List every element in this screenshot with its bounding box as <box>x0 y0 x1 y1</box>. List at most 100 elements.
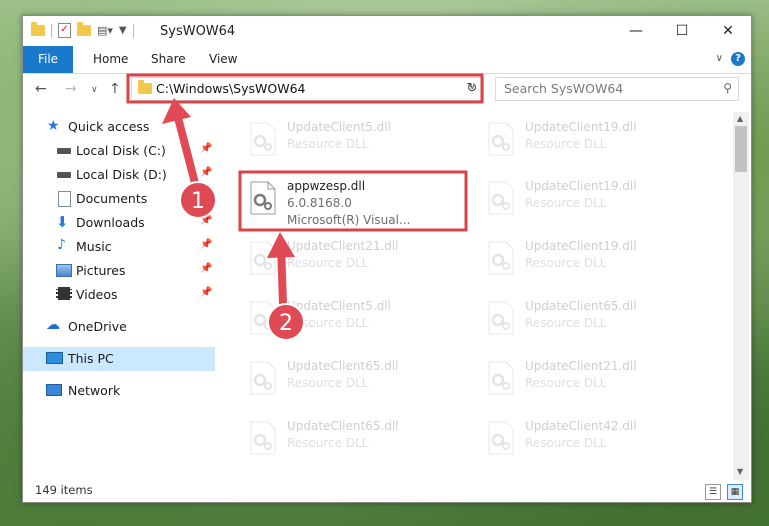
ribbon-expand-icon[interactable]: ∨ <box>716 53 723 64</box>
vertical-scrollbar[interactable]: ▲ ▼ <box>733 112 749 480</box>
close-button[interactable]: ✕ <box>705 16 751 46</box>
dll-file-icon <box>250 241 276 275</box>
forward-arrow-icon[interactable]: → <box>65 81 77 97</box>
quick-access-toolbar: ✓ ▤▾ ▼ <box>31 22 134 38</box>
file-item[interactable]: UpdateClient19.dll Resource DLL <box>481 235 709 289</box>
file-item[interactable]: UpdateClient21.dll Resource DLL <box>243 235 471 289</box>
minimize-button[interactable]: — <box>613 16 659 46</box>
maximize-button[interactable]: ☐ <box>659 16 705 46</box>
help-icon[interactable]: ? <box>731 52 745 66</box>
sidebar-item-network[interactable]: Network <box>23 379 215 403</box>
sidebar-item-label: Pictures <box>76 263 126 278</box>
file-item[interactable]: UpdateClient21.dll Resource DLL <box>481 355 709 409</box>
pin-icon[interactable]: 📌 <box>200 287 212 298</box>
file-item[interactable]: UpdateClient65.dll Resource DLL <box>243 415 471 469</box>
recent-locations-icon[interactable]: ∨ <box>91 85 98 95</box>
sidebar-item-pictures[interactable]: Pictures 📌 <box>23 259 215 283</box>
navigation-pane: ★ Quick access Local Disk (C:) 📌 Local D… <box>23 112 215 480</box>
sidebar-item-documents[interactable]: Documents 📌 <box>23 187 215 211</box>
pin-icon[interactable]: 📌 <box>200 239 212 250</box>
file-description: Microsoft(R) Visual... <box>287 213 411 227</box>
scrollbar-thumb[interactable] <box>735 126 747 172</box>
address-path[interactable]: C:\Windows\SysWOW64 <box>156 81 305 96</box>
details-view-icon[interactable]: ☰ <box>705 484 721 500</box>
pin-icon[interactable]: 📌 <box>200 263 212 274</box>
scroll-down-icon[interactable]: ▼ <box>737 467 743 476</box>
dll-file-icon <box>488 241 514 275</box>
file-description: Resource DLL <box>525 436 607 450</box>
file-description: Resource DLL <box>525 196 607 210</box>
sidebar-item-music[interactable]: ♪ Music 📌 <box>23 235 215 259</box>
up-arrow-icon[interactable]: ↑ <box>109 81 121 97</box>
file-description: Resource DLL <box>525 256 607 270</box>
file-name: appwzesp.dll <box>287 179 366 193</box>
sidebar-item-label: Documents <box>76 191 148 206</box>
search-icon: ⚲ <box>723 81 732 95</box>
file-name: UpdateClient21.dll <box>287 239 399 253</box>
item-count: 149 items <box>35 483 93 497</box>
search-box[interactable]: Search SysWOW64 ⚲ <box>495 77 739 101</box>
search-input[interactable]: Search SysWOW64 <box>504 81 623 96</box>
file-item[interactable]: UpdateClient5.dll Resource DLL <box>243 295 471 349</box>
tab-share[interactable]: Share <box>151 46 186 73</box>
tab-view[interactable]: View <box>209 46 237 73</box>
drive-icon <box>57 148 71 154</box>
file-description: Resource DLL <box>525 137 607 151</box>
sidebar-item-videos[interactable]: Videos 📌 <box>23 283 215 307</box>
navigation-bar: ← → ∨ ↑ C:\Windows\SysWOW64 ∨ ↻ Search S… <box>23 74 751 104</box>
file-description: Resource DLL <box>287 436 369 450</box>
refresh-button[interactable]: ↻ <box>461 77 484 101</box>
file-name: UpdateClient5.dll <box>287 120 391 134</box>
pin-icon[interactable]: 📌 <box>200 215 212 226</box>
file-list: UpdateClient5.dll Resource DLL UpdateCli… <box>217 112 733 480</box>
tab-home[interactable]: Home <box>93 46 128 73</box>
network-icon <box>46 384 62 396</box>
file-item[interactable]: UpdateClient19.dll Resource DLL <box>481 175 709 229</box>
dll-file-icon <box>250 361 276 395</box>
sidebar-item-quick-access[interactable]: ★ Quick access <box>23 115 215 139</box>
sidebar-item-this-pc[interactable]: This PC <box>23 347 215 371</box>
file-description: Resource DLL <box>525 376 607 390</box>
toolbar-divider <box>132 23 134 38</box>
dll-file-icon <box>488 421 514 455</box>
file-item[interactable]: UpdateClient65.dll Resource DLL <box>243 355 471 409</box>
properties-icon[interactable]: ✓ <box>58 23 71 38</box>
sidebar-item-downloads[interactable]: ⬇ Downloads 📌 <box>23 211 215 235</box>
file-item[interactable]: UpdateClient65.dll Resource DLL <box>481 295 709 349</box>
sidebar-item-onedrive[interactable]: ☁ OneDrive <box>23 315 215 339</box>
file-name: UpdateClient21.dll <box>525 359 637 373</box>
sidebar-item-label: Music <box>76 239 112 254</box>
sidebar-item-label: This PC <box>68 351 114 366</box>
file-name: UpdateClient19.dll <box>525 179 637 193</box>
file-item[interactable]: UpdateClient19.dll Resource DLL <box>481 116 709 170</box>
large-icons-view-icon[interactable]: ▦ <box>727 484 743 500</box>
file-version: 6.0.8168.0 <box>287 196 352 210</box>
file-name: UpdateClient42.dll <box>525 419 637 433</box>
pin-icon[interactable]: 📌 <box>200 191 212 202</box>
scroll-up-icon[interactable]: ▲ <box>737 114 743 123</box>
download-arrow-icon: ⬇ <box>56 213 69 231</box>
cloud-icon: ☁ <box>46 317 60 333</box>
picture-icon <box>56 264 72 277</box>
tab-file[interactable]: File <box>23 46 73 73</box>
back-arrow-icon[interactable]: ← <box>35 81 47 97</box>
sidebar-item-label: Local Disk (D:) <box>76 167 167 182</box>
address-bar[interactable]: C:\Windows\SysWOW64 ∨ <box>131 77 483 101</box>
new-folder-icon[interactable] <box>77 22 91 36</box>
computer-icon <box>46 352 63 364</box>
qat-dropdown-icon[interactable]: ▼ <box>119 25 127 36</box>
dll-file-icon <box>488 361 514 395</box>
file-item[interactable]: UpdateClient42.dll Resource DLL <box>481 415 709 469</box>
pin-icon[interactable]: 📌 <box>200 167 212 178</box>
status-bar: 149 items ☰ ▦ <box>23 480 751 502</box>
folder-icon <box>138 80 152 94</box>
sidebar-item-local-disk-d[interactable]: Local Disk (D:) 📌 <box>23 163 215 187</box>
file-item[interactable]: UpdateClient5.dll Resource DLL <box>243 116 471 170</box>
dll-file-icon <box>488 301 514 335</box>
sidebar-item-local-disk-c[interactable]: Local Disk (C:) 📌 <box>23 139 215 163</box>
pin-icon[interactable]: 📌 <box>200 143 212 154</box>
file-item-appwzesp[interactable]: appwzesp.dll 6.0.8168.0 Microsoft(R) Vis… <box>243 175 471 229</box>
music-note-icon: ♪ <box>57 237 66 253</box>
title-bar: ✓ ▤▾ ▼ SysWOW64 — ☐ ✕ <box>23 16 751 46</box>
customize-toolbar-icon[interactable]: ▤▾ <box>97 24 113 37</box>
